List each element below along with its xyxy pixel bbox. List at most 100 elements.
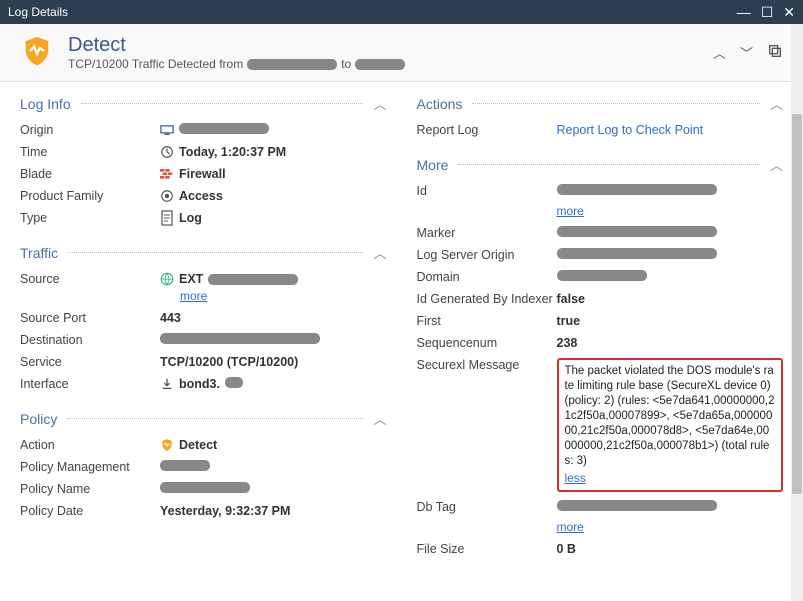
section-header-more[interactable]: More ︿	[417, 155, 784, 174]
field-value: Detect	[179, 438, 217, 452]
row-blade: Blade Firewall	[20, 163, 387, 185]
field-label: Origin	[20, 123, 160, 137]
field-value: bond3.	[179, 377, 220, 391]
field-value: Access	[179, 189, 223, 203]
field-value: TCP/10200 (TCP/10200)	[160, 355, 298, 369]
section-header-log-info[interactable]: Log Info ︿	[20, 94, 387, 113]
field-value: The packet violated the DOS module's rat…	[565, 365, 775, 467]
chevron-up-icon[interactable]: ︿	[770, 155, 783, 174]
chevron-up-icon[interactable]: ︿	[713, 43, 726, 62]
redacted-text	[160, 482, 250, 493]
row-policy-management: Policy Management	[20, 456, 387, 478]
section-title: Traffic	[20, 245, 58, 261]
close-button[interactable]: ✕	[783, 4, 795, 21]
row-destination: Destination	[20, 329, 387, 351]
field-label: Report Log	[417, 123, 557, 137]
more-link[interactable]: more	[557, 204, 584, 218]
field-label: Id Generated By Indexer	[417, 292, 557, 306]
subtitle-prefix: TCP/10200 Traffic Detected from	[68, 57, 243, 71]
chevron-up-icon[interactable]: ︿	[770, 94, 783, 113]
left-column: Log Info ︿ Origin Time Today, 1:20:37 PM…	[20, 94, 387, 589]
securexl-message-box: The packet violated the DOS module's rat…	[557, 358, 784, 492]
section-title: Actions	[417, 96, 463, 112]
window-titlebar: Log Details — ☐ ✕	[0, 0, 803, 24]
row-source: Source EXT more	[20, 268, 387, 307]
detect-shield-icon	[20, 34, 54, 71]
row-id-generated: Id Generated By Indexer false	[417, 288, 784, 310]
field-label: Policy Date	[20, 504, 160, 518]
copy-icon[interactable]	[767, 43, 783, 62]
section-title: Log Info	[20, 96, 71, 112]
chevron-up-icon[interactable]: ︿	[373, 409, 386, 428]
section-title: More	[417, 157, 449, 173]
row-origin: Origin	[20, 119, 387, 141]
row-securexl-message: Securexl Message The packet violated the…	[417, 354, 784, 496]
row-report-log: Report Log Report Log to Check Point	[417, 119, 784, 141]
field-label: Sequencenum	[417, 336, 557, 350]
row-service: Service TCP/10200 (TCP/10200)	[20, 351, 387, 373]
field-label: Securexl Message	[417, 358, 557, 372]
redacted-text	[557, 184, 717, 195]
section-divider	[458, 164, 760, 165]
row-db-tag: Db Tag more	[417, 496, 784, 538]
field-value: 443	[160, 311, 181, 325]
redacted-text	[225, 377, 243, 388]
detect-shield-icon	[160, 438, 174, 452]
log-body: Log Info ︿ Origin Time Today, 1:20:37 PM…	[0, 82, 803, 601]
row-id: Id more	[417, 180, 784, 222]
field-label: Time	[20, 145, 160, 159]
field-value: false	[557, 292, 586, 306]
more-link[interactable]: more	[557, 520, 584, 534]
chevron-up-icon[interactable]: ︿	[373, 94, 386, 113]
row-domain: Domain	[417, 266, 784, 288]
field-label: Source	[20, 272, 160, 286]
field-label: Product Family	[20, 189, 160, 203]
minimize-button[interactable]: —	[737, 4, 751, 21]
redacted-text	[160, 333, 320, 344]
scrollbar-thumb[interactable]	[792, 114, 802, 494]
redacted-text	[247, 59, 337, 70]
chevron-down-icon[interactable]: ﹀	[740, 43, 753, 62]
section-header-actions[interactable]: Actions ︿	[417, 94, 784, 113]
field-label: Policy Management	[20, 460, 160, 474]
redacted-text	[557, 500, 717, 511]
log-title: Detect	[68, 34, 699, 57]
field-label: Domain	[417, 270, 557, 284]
row-policy-name: Policy Name	[20, 478, 387, 500]
vertical-scrollbar[interactable]	[791, 24, 803, 601]
redacted-text	[160, 460, 210, 471]
redacted-text	[557, 270, 647, 281]
field-label: Log Server Origin	[417, 248, 557, 262]
row-sequencenum: Sequencenum 238	[417, 332, 784, 354]
firewall-icon	[160, 167, 174, 181]
field-label: Db Tag	[417, 500, 557, 514]
maximize-button[interactable]: ☐	[761, 4, 774, 21]
report-log-link[interactable]: Report Log to Check Point	[557, 123, 704, 137]
section-header-policy[interactable]: Policy ︿	[20, 409, 387, 428]
field-value: Yesterday, 9:32:37 PM	[160, 504, 290, 518]
section-divider	[68, 252, 363, 253]
field-label: Marker	[417, 226, 557, 240]
section-divider	[67, 418, 363, 419]
window-controls: — ☐ ✕	[737, 4, 795, 21]
less-link[interactable]: less	[565, 471, 776, 487]
subtitle-mid: to	[341, 57, 351, 71]
redacted-text	[557, 226, 717, 237]
field-label: Source Port	[20, 311, 160, 325]
field-value: 238	[557, 336, 578, 350]
section-header-traffic[interactable]: Traffic ︿	[20, 243, 387, 262]
log-subtitle: TCP/10200 Traffic Detected from to	[68, 57, 699, 71]
field-label: Blade	[20, 167, 160, 181]
field-label: Type	[20, 211, 160, 225]
field-value: Today, 1:20:37 PM	[179, 145, 286, 159]
row-interface: Interface bond3.	[20, 373, 387, 395]
field-label: Service	[20, 355, 160, 369]
row-product-family: Product Family Access	[20, 185, 387, 207]
globe-icon	[160, 272, 174, 286]
right-column: Actions ︿ Report Log Report Log to Check…	[417, 94, 784, 589]
field-label: First	[417, 314, 557, 328]
row-action: Action Detect	[20, 434, 387, 456]
access-icon	[160, 189, 174, 203]
more-link[interactable]: more	[180, 289, 207, 303]
chevron-up-icon[interactable]: ︿	[373, 243, 386, 262]
